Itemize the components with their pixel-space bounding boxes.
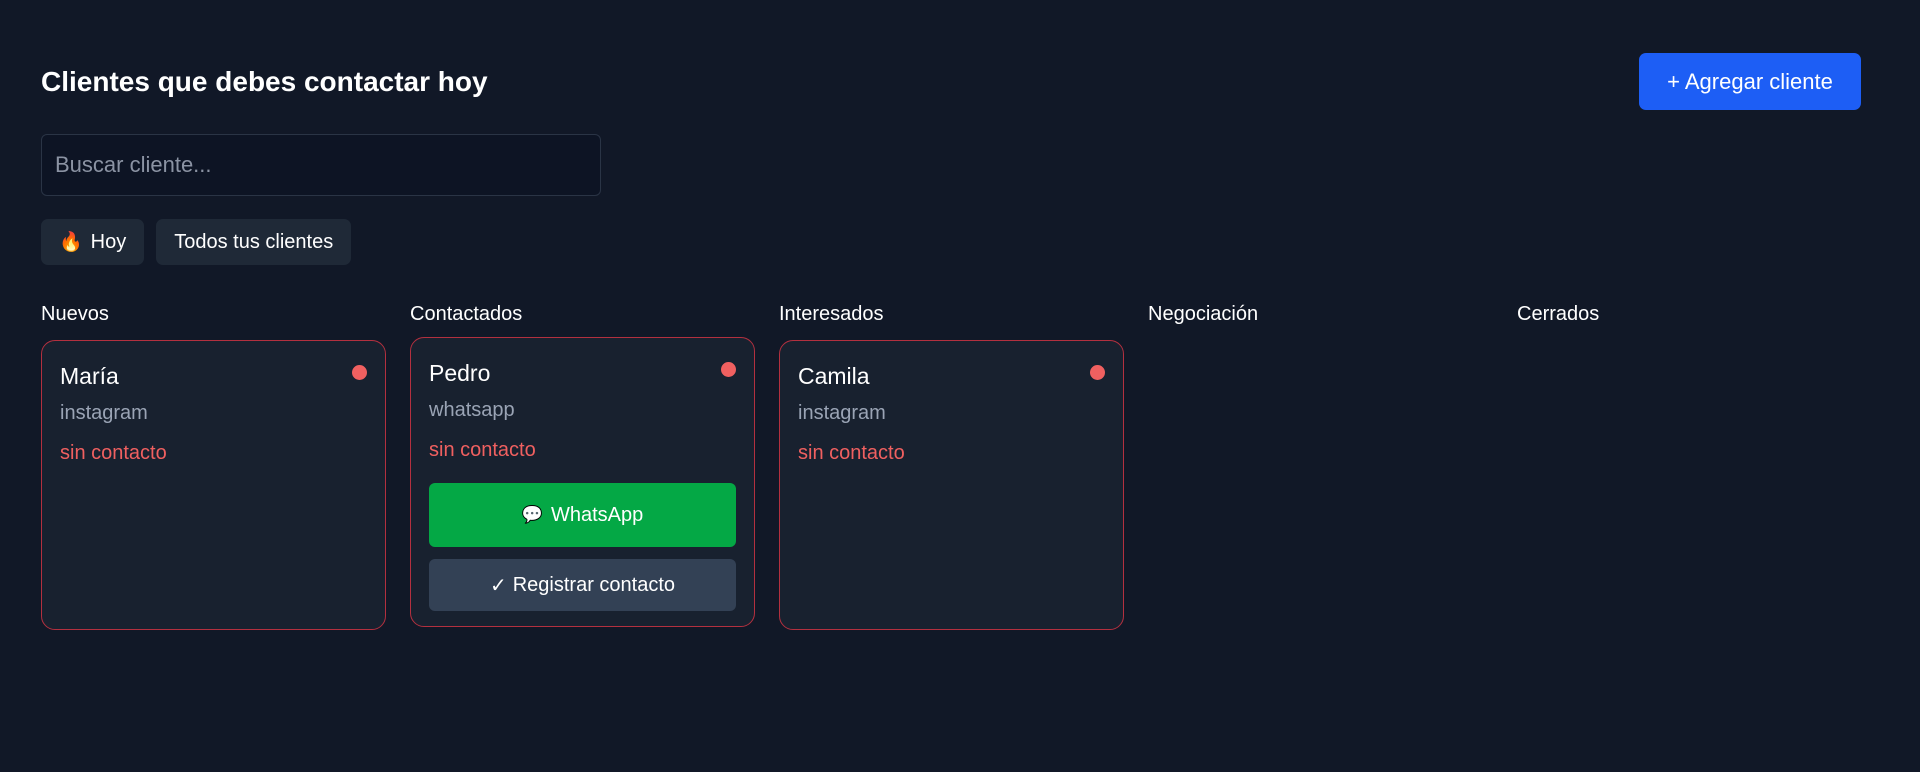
client-name: Camila [798,363,870,389]
check-icon: ✓ [489,574,507,597]
column-interesados: Interesados Camila instagram sin contact… [779,300,1124,630]
client-card-maria[interactable]: María instagram sin contacto [41,340,386,630]
status-dot-icon [1090,365,1105,380]
column-title: Contactados [410,302,523,325]
filter-today-button[interactable]: 🔥 Hoy [41,219,145,265]
kanban-board: Nuevos María instagram sin contacto Cont… [41,300,1862,630]
column-cerrados: Cerrados [1517,300,1862,630]
filter-all-clients-button[interactable]: Todos tus clientes [156,219,352,265]
page-header: Clientes que debes contactar hoy + Agreg… [41,53,1861,110]
column-title: Negociación [1148,302,1259,325]
page-title: Clientes que debes contactar hoy [41,65,488,97]
column-contactados: Contactados Pedro whatsapp sin contacto … [410,300,755,630]
client-status: sin contacto [798,442,905,464]
search-input[interactable] [41,134,601,196]
chat-bubble-icon: 💬 [521,505,543,524]
client-source: instagram [60,402,148,424]
client-source: instagram [798,402,886,424]
register-contact-label: Registrar contacto [512,573,676,596]
client-status: sin contacto [429,439,536,461]
column-title: Nuevos [41,302,109,325]
whatsapp-button[interactable]: 💬 WhatsApp [429,483,736,547]
crm-page: Clientes que debes contactar hoy + Agreg… [0,0,1920,772]
filter-bar: 🔥 Hoy Todos tus clientes [41,219,352,265]
client-name: Pedro [429,360,491,386]
filter-today-label: Hoy [90,230,127,253]
flame-icon: 🔥 [59,232,83,253]
client-card-pedro[interactable]: Pedro whatsapp sin contacto 💬 WhatsApp ✓… [410,337,755,627]
status-dot-icon [352,365,367,380]
column-title: Cerrados [1517,302,1600,325]
client-name: María [60,363,119,389]
column-title: Interesados [779,302,884,325]
add-client-button[interactable]: + Agregar cliente [1639,53,1861,110]
client-source: whatsapp [429,399,515,421]
status-dot-icon [721,362,736,377]
column-negociacion: Negociación [1148,300,1493,630]
client-status: sin contacto [60,442,167,464]
register-contact-button[interactable]: ✓ Registrar contacto [429,559,736,611]
client-card-camila[interactable]: Camila instagram sin contacto [779,340,1124,630]
whatsapp-button-label: WhatsApp [550,503,644,526]
column-nuevos: Nuevos María instagram sin contacto [41,300,386,630]
